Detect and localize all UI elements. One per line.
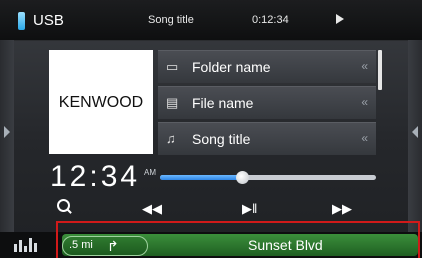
progress-handle[interactable] — [236, 171, 250, 184]
list-item-file[interactable]: ▤ File name « — [158, 86, 376, 119]
clock: 12:34 — [50, 160, 141, 193]
list-item-folder[interactable]: ▭ Folder name « — [158, 50, 376, 83]
album-art: KENWOOD — [49, 50, 153, 154]
list-item-label: File name — [192, 95, 254, 111]
chevron-right-icon — [4, 126, 10, 138]
previous-track-icon[interactable]: ◀◀ — [142, 198, 162, 220]
search-icon[interactable] — [56, 198, 72, 220]
list-item-label: Folder name — [192, 59, 271, 75]
play-icon — [336, 14, 344, 24]
double-chevron-left-icon: « — [361, 95, 368, 109]
play-pause-icon[interactable]: ▶ǁ — [242, 198, 257, 220]
list-item-label: Song title — [192, 131, 251, 147]
double-chevron-left-icon: « — [361, 59, 368, 73]
right-menu-handle[interactable] — [408, 40, 422, 232]
chevron-left-icon — [412, 126, 418, 138]
next-track-icon[interactable]: ▶▶ — [332, 198, 352, 220]
head-unit-screen: USB Song title 0:12:34 KENWOOD ▭ Folder … — [0, 0, 422, 258]
source-label[interactable]: USB — [33, 12, 64, 29]
clock-ampm: AM — [144, 168, 156, 177]
progress-bar[interactable] — [160, 171, 376, 184]
status-song-title: Song title — [148, 14, 194, 26]
highlight-frame — [56, 221, 420, 258]
usb-icon — [18, 12, 25, 30]
transport-controls: ◀◀ ▶ǁ ▶▶ — [30, 198, 394, 220]
browse-list: ▭ Folder name « ▤ File name « ♫ Song tit… — [158, 50, 376, 158]
status-elapsed-time: 0:12:34 — [252, 14, 289, 26]
equalizer-icon[interactable] — [14, 238, 38, 252]
double-chevron-left-icon: « — [361, 131, 368, 145]
status-bar: USB Song title 0:12:34 — [0, 0, 422, 41]
list-scrollbar[interactable] — [378, 50, 382, 90]
music-note-icon: ♫ — [166, 131, 176, 146]
left-menu-handle[interactable] — [0, 40, 14, 232]
folder-icon: ▭ — [166, 59, 179, 74]
progress-fill — [160, 175, 243, 180]
file-icon: ▤ — [166, 95, 179, 110]
album-logo-text: KENWOOD — [58, 94, 144, 111]
list-item-song[interactable]: ♫ Song title « — [158, 122, 376, 155]
